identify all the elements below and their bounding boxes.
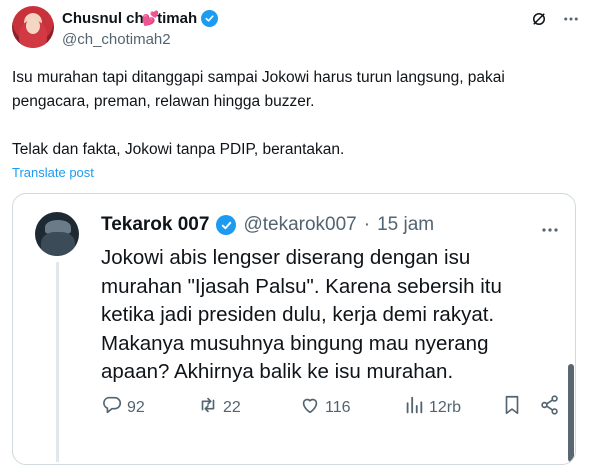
verified-badge-icon[interactable] <box>201 10 219 27</box>
author-avatar[interactable] <box>12 6 54 48</box>
repost-button[interactable]: 22 <box>197 394 241 421</box>
quoted-text-line: murahan "Ijasah Palsu". Karena sebersih … <box>101 274 502 298</box>
separator-dot: · <box>363 214 371 235</box>
author-display-name[interactable]: Chusnul ch💕timah <box>62 10 197 27</box>
quoted-post-card[interactable]: Tekarok 007 @tekarok007 · 15 jam Jokowi … <box>12 193 576 465</box>
tweet-body-line: Isu murahan tapi ditanggapi sampai Jokow… <box>12 69 505 86</box>
quoted-text: Jokowi abis lengser diserang dengan isu … <box>101 244 551 387</box>
quoted-timestamp[interactable]: 15 jam <box>377 214 434 236</box>
translate-post-link[interactable]: Translate post <box>12 165 94 180</box>
repost-count: 22 <box>223 398 241 416</box>
like-icon <box>299 394 321 421</box>
scrollbar[interactable] <box>568 364 574 462</box>
tweet-top-actions <box>530 10 580 33</box>
like-count: 116 <box>325 398 351 416</box>
tweet-body-line: pengacara, preman, relawan hingga buzzer… <box>12 93 315 110</box>
author-handle[interactable]: @ch_chotimah2 <box>62 31 171 48</box>
bookmark-icon <box>501 394 523 421</box>
quoted-header: Tekarok 007 @tekarok007 · 15 jam <box>101 214 434 236</box>
tweet-body-line: Telak dan fakta, Jokowi tanpa PDIP, bera… <box>12 141 345 158</box>
views-button[interactable]: 12rb <box>403 394 461 421</box>
reply-button[interactable]: 92 <box>101 394 145 421</box>
quoted-text-line: Jokowi abis lengser diserang dengan isu <box>101 246 471 269</box>
quoted-author-avatar[interactable] <box>35 212 79 256</box>
reply-icon <box>101 394 123 421</box>
share-icon <box>539 394 561 421</box>
share-button[interactable] <box>539 394 561 421</box>
repost-icon <box>197 394 219 421</box>
like-button[interactable]: 116 <box>299 394 351 421</box>
grok-icon[interactable] <box>530 10 548 33</box>
more-icon[interactable] <box>562 10 580 33</box>
views-icon <box>403 394 425 421</box>
quoted-text-line: ketika jadi presiden dulu, kerja demi ra… <box>101 303 495 326</box>
verified-badge-icon[interactable] <box>216 215 237 235</box>
more-icon[interactable] <box>541 220 559 238</box>
thread-line <box>56 262 59 462</box>
quoted-text-line: Makanya musuhnya bingung mau nyerang <box>101 331 489 355</box>
reply-count: 92 <box>127 398 145 416</box>
tweet-body: Isu murahan tapi ditanggapi sampai Jokow… <box>12 66 577 162</box>
quoted-display-name[interactable]: Tekarok 007 <box>101 214 209 236</box>
quoted-action-bar: 92 22 116 12rb <box>101 394 566 418</box>
views-count: 12rb <box>429 398 462 416</box>
bookmark-button[interactable] <box>501 394 523 421</box>
author-name-row[interactable]: Chusnul ch💕timah <box>62 10 219 27</box>
quoted-text-line: apaan? Akhirnya balik ke isu murahan. <box>101 360 454 383</box>
quoted-handle[interactable]: @tekarok007 <box>243 214 356 236</box>
